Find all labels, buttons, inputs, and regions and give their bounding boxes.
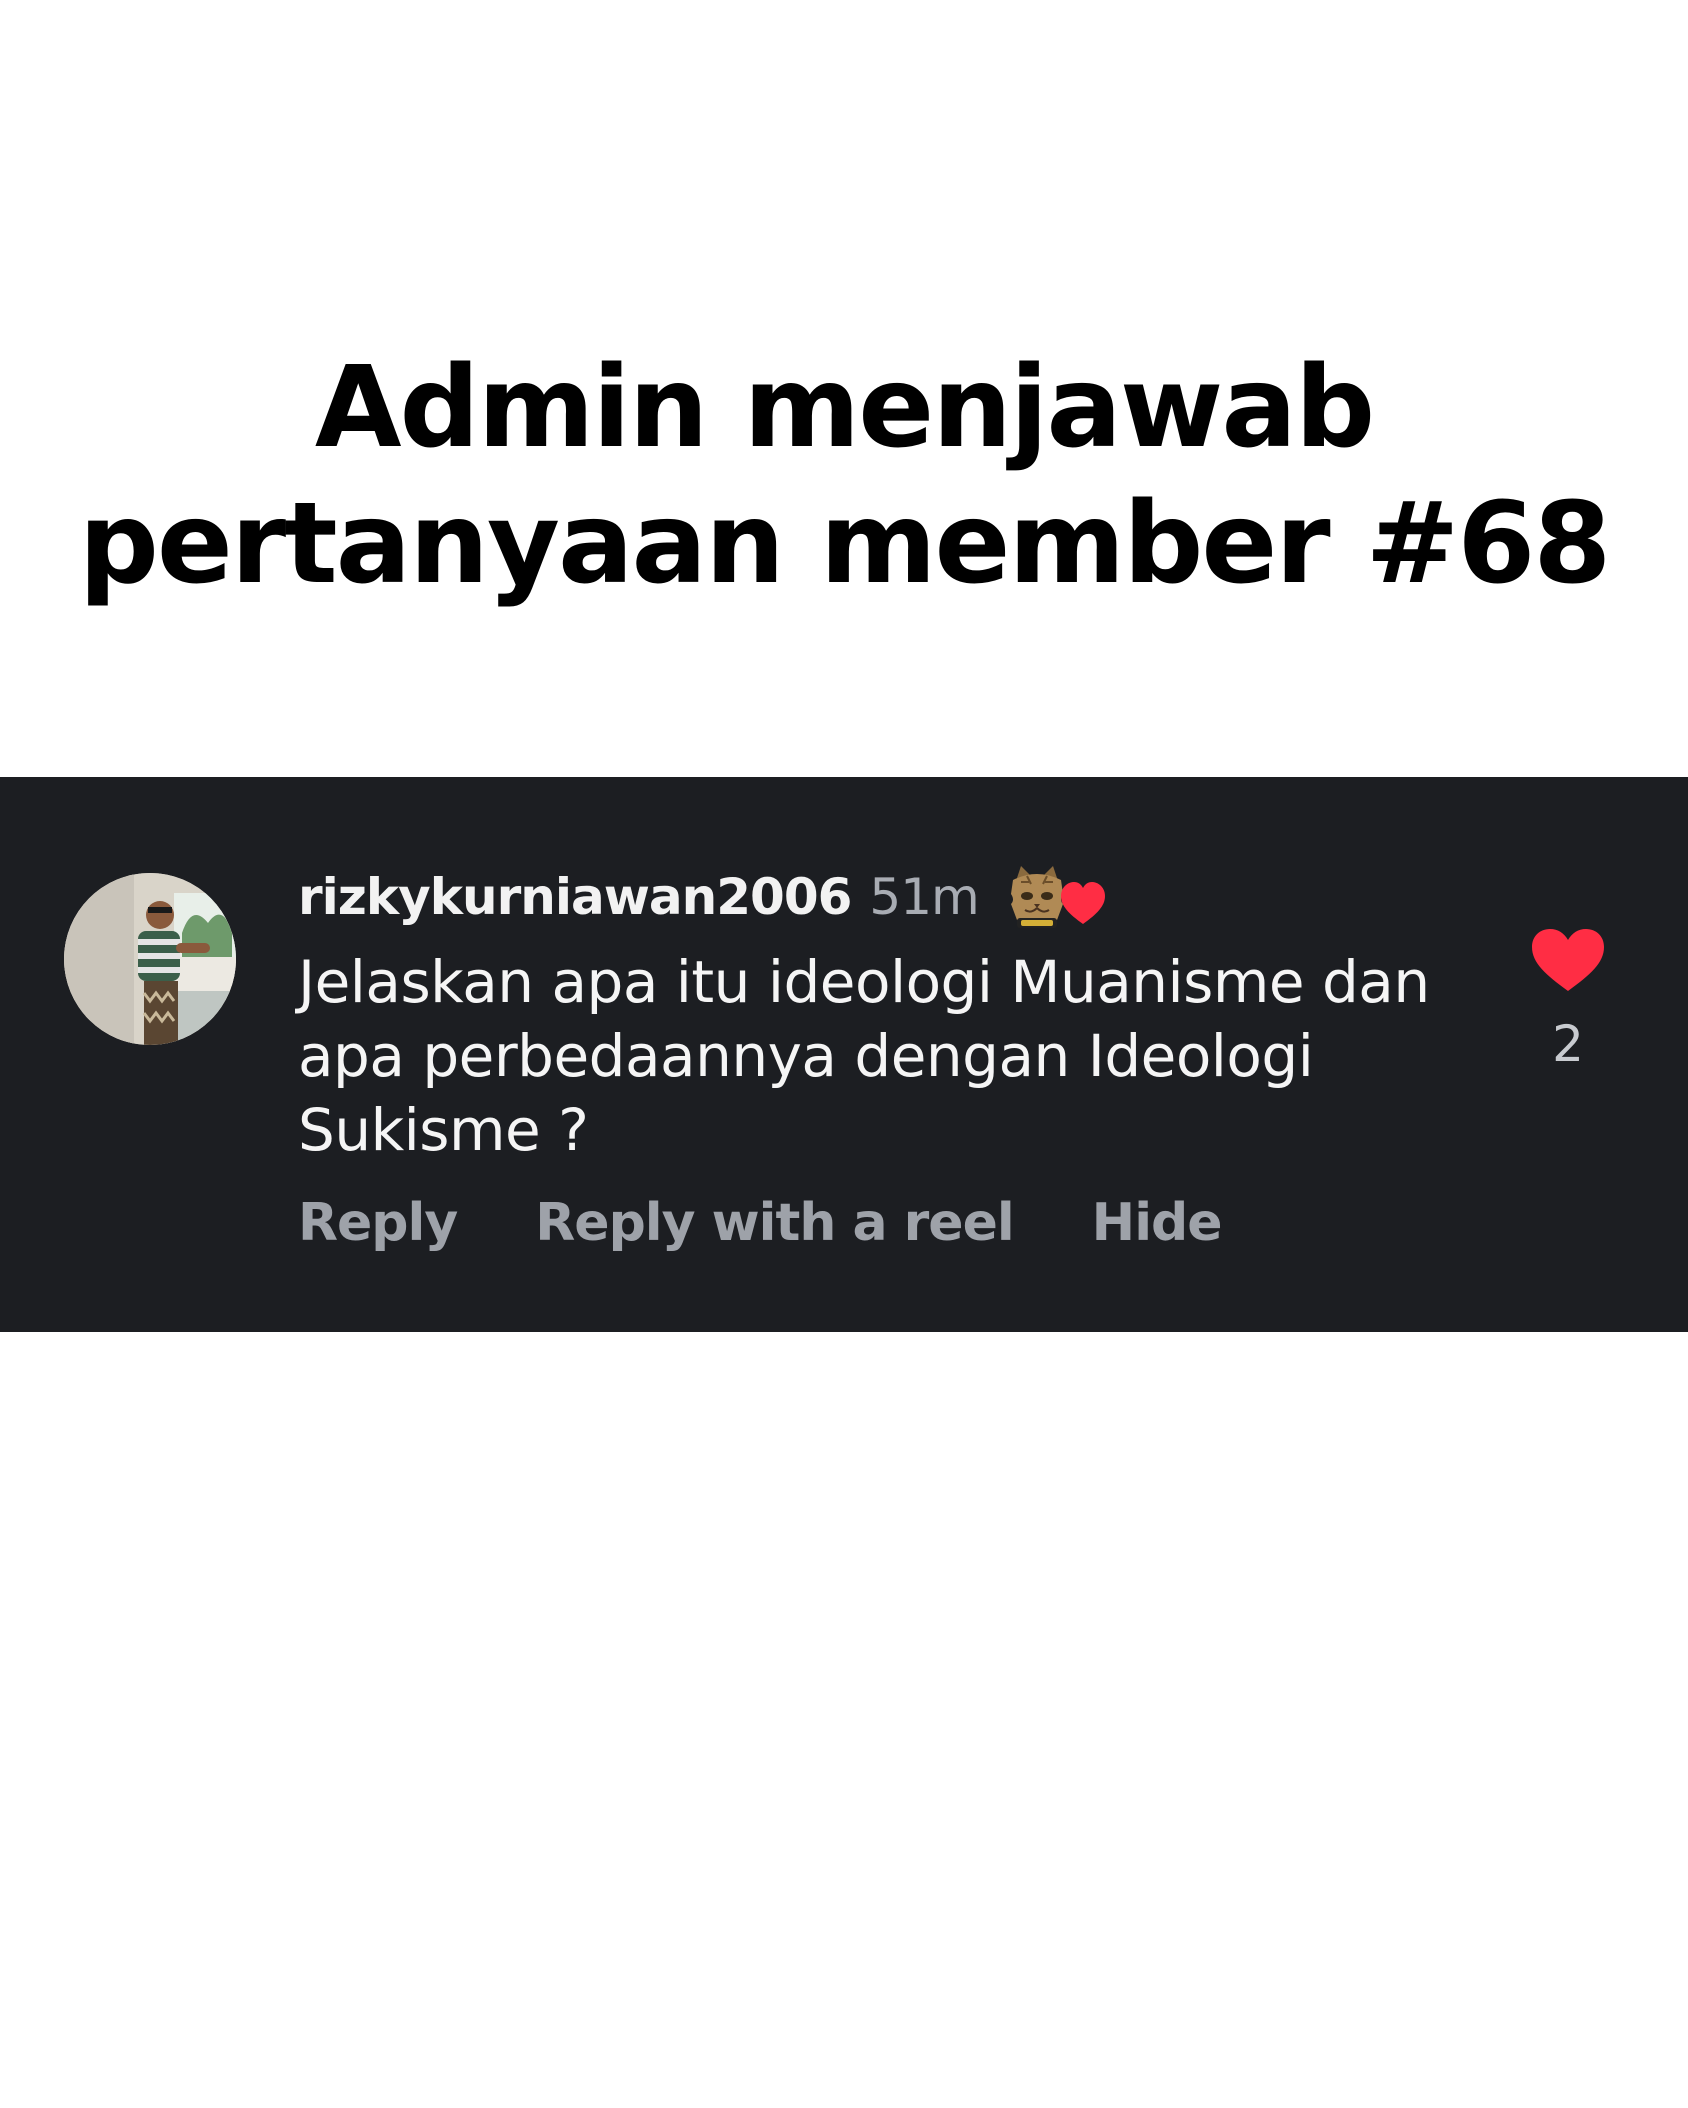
cat-with-heart-icon [1007, 862, 1111, 932]
headline-line-2: pertanyaan member #68 [78, 479, 1612, 609]
avatar[interactable] [64, 873, 236, 1045]
comment-body: rizkykurniawan2006 51m Jelaskan apa itu … [298, 859, 1498, 1253]
reply-button[interactable]: Reply [298, 1193, 458, 1253]
heart-icon[interactable] [1530, 927, 1606, 993]
comment-card: rizkykurniawan2006 51m Jelaskan apa itu … [0, 777, 1688, 1332]
comment-timestamp: 51m [869, 868, 979, 926]
reply-with-reel-button[interactable]: Reply with a reel [535, 1193, 1014, 1253]
headline-line-1: Admin menjawab [314, 343, 1375, 473]
comment-actions: Reply Reply with a reel Hide [298, 1193, 1498, 1253]
comment-username[interactable]: rizkykurniawan2006 [298, 868, 852, 926]
comment-text: Jelaskan apa itu ideologi Muanisme dan a… [298, 948, 1430, 1164]
like-count: 2 [1552, 1015, 1584, 1073]
hide-button[interactable]: Hide [1092, 1193, 1223, 1253]
post-headline: Admin menjawab pertanyaan member #68 [0, 340, 1688, 612]
like-column: 2 [1528, 927, 1608, 1073]
comment-meta: rizkykurniawan2006 51m [298, 859, 1498, 935]
